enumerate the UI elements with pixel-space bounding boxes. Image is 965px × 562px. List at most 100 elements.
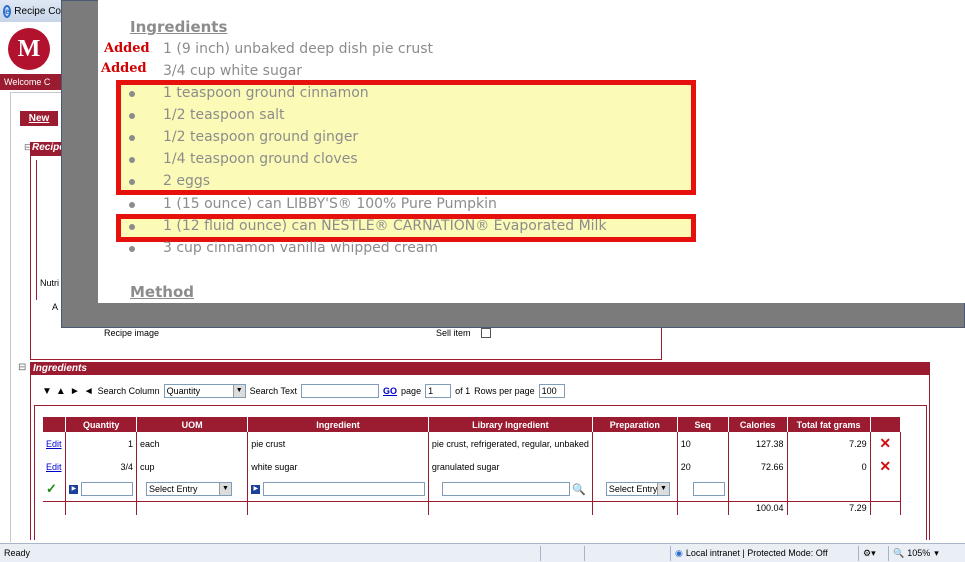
delete-icon[interactable]: ✕ bbox=[879, 435, 891, 451]
fat-cell: 7.29 bbox=[787, 432, 871, 455]
bullet-icon bbox=[129, 224, 135, 230]
col-total-fat[interactable]: Total fat grams bbox=[787, 417, 871, 432]
ingredients-heading: Ingredients bbox=[130, 18, 228, 36]
nutrition-label: Nutri bbox=[40, 278, 60, 288]
ingredient-line: 1 teaspoon ground cinnamon bbox=[163, 85, 369, 101]
prev-page-icon[interactable]: ▲ bbox=[56, 386, 66, 397]
method-heading: Method bbox=[130, 283, 194, 301]
quantity-input[interactable] bbox=[80, 482, 133, 497]
table-row: Edit 3/4 cup white sugar granulated suga… bbox=[43, 455, 902, 478]
ingredient-line: 1 (12 fluid ounce) can NESTLE® CARNATION… bbox=[163, 218, 607, 234]
delete-icon[interactable]: ✕ bbox=[879, 458, 891, 474]
zone-indicator[interactable]: ◉ Local intranet | Protected Mode: Off bbox=[670, 545, 858, 561]
uom-cell: each bbox=[136, 432, 249, 455]
seq-input[interactable] bbox=[692, 482, 725, 497]
search-column-select[interactable]: Quantity ▼ bbox=[163, 384, 246, 398]
zoom-control[interactable]: 🔍 105% ▾ bbox=[888, 545, 958, 561]
frame-border-top bbox=[10, 92, 62, 93]
page-count: of 1 bbox=[455, 386, 471, 396]
status-text: Ready bbox=[4, 548, 31, 558]
ingredients-table: Quantity UOM Ingredient Library Ingredie… bbox=[43, 417, 902, 515]
picker-icon[interactable]: ▶ bbox=[251, 484, 261, 494]
chevron-down-icon: ▼ bbox=[656, 483, 669, 496]
col-edit bbox=[43, 417, 67, 432]
zone-text: Local intranet | Protected Mode: Off bbox=[685, 548, 828, 558]
all-label: A bbox=[52, 302, 59, 312]
seq-cell: 10 bbox=[677, 432, 729, 455]
fat-cell: 0 bbox=[787, 455, 871, 478]
added-badge: Added bbox=[101, 61, 147, 76]
calories-cell: 72.66 bbox=[728, 455, 788, 478]
page-input[interactable] bbox=[425, 384, 452, 398]
seq-cell: 20 bbox=[677, 455, 729, 478]
calories-cell: 127.38 bbox=[728, 432, 788, 455]
globe-icon: ◉ bbox=[675, 547, 683, 558]
totals-row: 100.04 7.29 bbox=[43, 500, 902, 515]
preparation-cell bbox=[592, 432, 678, 455]
search-text-input[interactable] bbox=[301, 384, 380, 398]
added-badge: Added bbox=[104, 41, 150, 56]
col-preparation[interactable]: Preparation bbox=[592, 417, 678, 432]
frame-border-left bbox=[10, 92, 11, 542]
search-text-label: Search Text bbox=[249, 386, 298, 396]
ingredients-section-title: Ingredients bbox=[30, 362, 930, 375]
ingredient-line: 2 eggs bbox=[163, 173, 211, 189]
first-page-icon[interactable]: ▼ bbox=[42, 386, 52, 397]
save-row-icon[interactable]: ✓ bbox=[46, 481, 57, 496]
browser-tab-title: Recipe Co bbox=[14, 5, 61, 17]
bullet-icon bbox=[129, 246, 135, 252]
ingredient-input[interactable] bbox=[262, 482, 425, 497]
page-label: page bbox=[401, 386, 422, 396]
uom-cell: cup bbox=[136, 455, 249, 478]
uom-select-value: Select Entry bbox=[148, 484, 198, 495]
chevron-down-icon: ▼ bbox=[218, 483, 231, 496]
preparation-select[interactable]: Select Entry ▼ bbox=[605, 482, 670, 497]
bullet-icon bbox=[129, 202, 135, 208]
new-row: ✓ ▶ Select Entry ▼ ▶ 🔍 Select Entry ▼ bbox=[43, 478, 902, 501]
ingredient-line: 1 (15 ounce) can LIBBY'S® 100% Pure Pump… bbox=[163, 196, 497, 212]
new-button[interactable]: New bbox=[20, 111, 58, 126]
picker-icon[interactable]: ▶ bbox=[69, 484, 79, 494]
company-logo: M bbox=[8, 28, 50, 70]
zoom-icon: 🔍 bbox=[893, 547, 905, 558]
library-ingredient-input[interactable] bbox=[441, 482, 570, 497]
table-row: Edit 1 each pie crust pie crust, refrige… bbox=[43, 432, 902, 455]
sell-item-checkbox[interactable] bbox=[481, 328, 491, 338]
edit-link[interactable]: Edit bbox=[46, 439, 62, 449]
ingredient-cell: white sugar bbox=[247, 455, 429, 478]
col-ingredient[interactable]: Ingredient bbox=[247, 417, 429, 432]
col-seq[interactable]: Seq bbox=[677, 417, 729, 432]
ingredients-collapse-icon[interactable]: ⊟ bbox=[18, 362, 26, 373]
total-fat: 7.29 bbox=[787, 500, 871, 515]
bullet-icon bbox=[129, 157, 135, 163]
browser-tab[interactable]: e Recipe Co bbox=[0, 0, 62, 22]
ingredient-cell: pie crust bbox=[247, 432, 429, 455]
grid-pager: ▼ ▲ ► ◄ Search Column Quantity ▼ Search … bbox=[42, 383, 565, 399]
recipe-section-title: Recipe bbox=[30, 142, 65, 156]
next-page-icon[interactable]: ► bbox=[70, 386, 80, 397]
col-uom[interactable]: UOM bbox=[136, 417, 249, 432]
preparation-select-value: Select Entry bbox=[608, 484, 658, 495]
last-page-icon[interactable]: ◄ bbox=[84, 386, 94, 397]
col-quantity[interactable]: Quantity bbox=[65, 417, 137, 432]
search-column-value: Quantity bbox=[166, 386, 201, 396]
preparation-cell bbox=[592, 455, 678, 478]
uom-select[interactable]: Select Entry ▼ bbox=[145, 482, 232, 497]
protected-mode-icon[interactable]: ⚙▾ bbox=[858, 545, 888, 561]
search-icon[interactable]: 🔍 bbox=[572, 483, 586, 496]
zoom-level: 105% bbox=[907, 548, 931, 558]
go-button[interactable]: GO bbox=[383, 386, 397, 396]
ingredient-line: 1/4 teaspoon ground cloves bbox=[163, 151, 358, 167]
chevron-down-icon: ▼ bbox=[232, 385, 245, 397]
col-calories[interactable]: Calories bbox=[728, 417, 788, 432]
status-panel bbox=[584, 545, 670, 561]
welcome-bar: Welcome C bbox=[0, 74, 62, 90]
rows-per-page-input[interactable] bbox=[538, 384, 565, 398]
col-library-ingredient[interactable]: Library Ingredient bbox=[428, 417, 593, 432]
edit-link[interactable]: Edit bbox=[46, 462, 62, 472]
ingredient-line: 1/2 teaspoon ground ginger bbox=[163, 129, 359, 145]
table-header-row: Quantity UOM Ingredient Library Ingredie… bbox=[43, 417, 902, 432]
ingredient-line: 1/2 teaspoon salt bbox=[163, 107, 285, 123]
status-bar: Ready ◉ Local intranet | Protected Mode:… bbox=[0, 543, 965, 562]
ingredient-line: 1 (9 inch) unbaked deep dish pie crust bbox=[163, 41, 433, 57]
